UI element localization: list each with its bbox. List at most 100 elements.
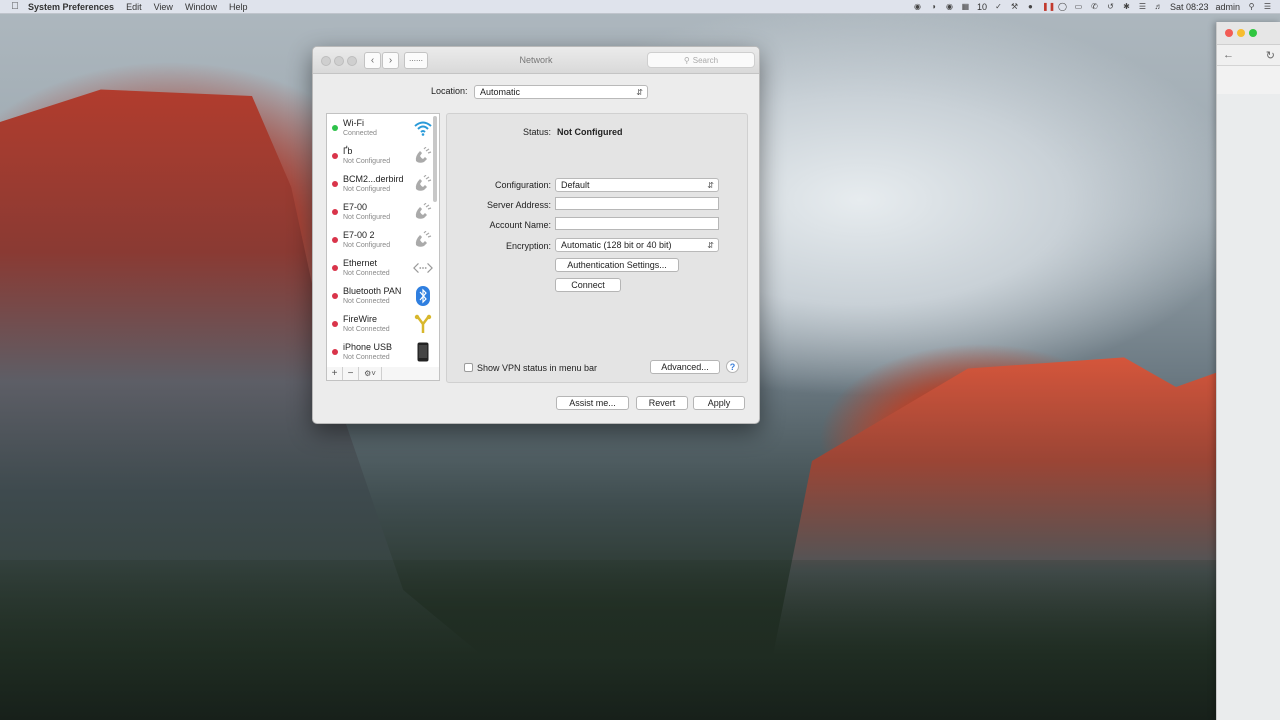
browser-minimize-button[interactable] bbox=[1237, 29, 1245, 37]
service-item[interactable]: BCM2...derbird Not Configured bbox=[327, 170, 439, 198]
apple-menu-icon[interactable]:  bbox=[10, 1, 20, 12]
revert-button[interactable]: Revert bbox=[636, 396, 688, 410]
status-dot bbox=[332, 293, 338, 299]
user-name[interactable]: admin bbox=[1215, 2, 1240, 12]
popup-arrows-icon: ⇵ bbox=[636, 87, 643, 97]
search-field[interactable]: ⚲ Search bbox=[647, 52, 755, 68]
service-status: Not Configured bbox=[343, 242, 391, 249]
record-icon[interactable]: ◉ bbox=[913, 2, 922, 11]
drop-icon[interactable]: ● bbox=[1026, 2, 1035, 11]
help-button[interactable]: ? bbox=[726, 360, 739, 373]
notification-center-icon[interactable]: ☰ bbox=[1263, 2, 1272, 11]
service-name: Ethernet bbox=[343, 258, 378, 268]
airplay-icon[interactable]: ▭ bbox=[1074, 2, 1083, 11]
service-name: E7-00 bbox=[343, 202, 368, 212]
service-detail-panel: Status: Not Configured Configuration: De… bbox=[446, 113, 748, 383]
phone-icon bbox=[413, 174, 433, 194]
status-label: Status: bbox=[522, 127, 551, 137]
advanced-button[interactable]: Advanced... bbox=[650, 360, 720, 374]
service-item[interactable]: Ethernet Not Connected bbox=[327, 254, 439, 282]
service-name: FireWire bbox=[343, 314, 377, 324]
phone-status-icon[interactable]: ✆ bbox=[1090, 2, 1099, 11]
status-dot bbox=[332, 237, 338, 243]
service-status: Not Connected bbox=[343, 354, 390, 361]
authentication-settings-button[interactable]: Authentication Settings... bbox=[555, 258, 679, 272]
service-item[interactable]: Bluetooth PAN Not Connected bbox=[327, 282, 439, 310]
status-dot bbox=[332, 349, 338, 355]
status-value: Not Configured bbox=[557, 127, 623, 137]
window-titlebar: ‹ › ⋯⋯ Network ⚲ Search bbox=[313, 47, 759, 74]
status-dot bbox=[332, 125, 338, 131]
service-status: Not Connected bbox=[343, 270, 390, 277]
service-item[interactable]: iPhone USB Not Connected bbox=[327, 338, 439, 366]
add-service-button[interactable]: + bbox=[327, 367, 343, 380]
wifi-status-icon[interactable]: ☰ bbox=[1138, 2, 1147, 11]
time-machine-icon[interactable]: ↺ bbox=[1106, 2, 1115, 11]
service-item[interactable]: Wi-Fi Connected bbox=[327, 114, 439, 142]
location-label: Location: bbox=[431, 86, 468, 96]
menu-app[interactable]: System Preferences bbox=[28, 2, 114, 12]
connect-button[interactable]: Connect bbox=[555, 278, 621, 292]
tools-icon[interactable]: ⚒ bbox=[1010, 2, 1019, 11]
service-item[interactable]: FireWire Not Connected bbox=[327, 310, 439, 338]
dashboard-icon[interactable]: ◑ bbox=[929, 2, 938, 11]
encryption-label: Encryption: bbox=[505, 241, 551, 251]
service-name: E7-00 2 bbox=[343, 230, 375, 240]
menu-help[interactable]: Help bbox=[229, 2, 248, 12]
browser-content bbox=[1217, 94, 1280, 720]
menu-edit[interactable]: Edit bbox=[126, 2, 142, 12]
popup-arrows-icon: ⇵ bbox=[707, 240, 714, 250]
firewire-icon bbox=[413, 314, 433, 334]
service-status: Connected bbox=[343, 130, 377, 137]
gear-menu-button[interactable]: ⚙˅ bbox=[359, 367, 382, 380]
popup-arrows-icon: ⇵ bbox=[707, 180, 714, 190]
circle-icon[interactable]: ◯ bbox=[1058, 2, 1067, 11]
service-item[interactable]: Ґb Not Configured bbox=[327, 142, 439, 170]
apply-button[interactable]: Apply bbox=[693, 396, 745, 410]
configuration-popup[interactable]: Default ⇵ bbox=[555, 178, 719, 192]
service-name: iPhone USB bbox=[343, 342, 393, 352]
back-arrow-icon[interactable]: ← bbox=[1223, 49, 1234, 61]
check-icon[interactable]: ✓ bbox=[994, 2, 1003, 11]
location-popup[interactable]: Automatic ⇵ bbox=[474, 85, 648, 99]
spotlight-icon[interactable]: ⚲ bbox=[1247, 2, 1256, 11]
search-placeholder: Search bbox=[692, 55, 719, 65]
browser-close-button[interactable] bbox=[1225, 29, 1233, 37]
service-status: Not Configured bbox=[343, 214, 391, 221]
status-dot bbox=[332, 209, 338, 215]
server-address-label: Server Address: bbox=[486, 200, 551, 210]
battery-level: 10 bbox=[976, 1, 987, 12]
search-icon: ⚲ bbox=[683, 55, 690, 65]
reload-icon[interactable]: ↻ bbox=[1266, 49, 1275, 62]
service-item[interactable]: E7-00 Not Configured bbox=[327, 198, 439, 226]
remove-service-button[interactable]: − bbox=[343, 367, 359, 380]
configuration-value: Default bbox=[561, 180, 590, 190]
service-status: Not Configured bbox=[343, 158, 391, 165]
bluetooth-status-icon[interactable]: ✱ bbox=[1122, 2, 1131, 11]
phone-icon bbox=[413, 202, 433, 222]
menu-window[interactable]: Window bbox=[185, 2, 217, 12]
browser-zoom-button[interactable] bbox=[1249, 29, 1257, 37]
service-status: Not Connected bbox=[343, 326, 390, 333]
bluetooth-icon bbox=[413, 286, 433, 306]
service-item[interactable]: E7-00 2 Not Configured bbox=[327, 226, 439, 254]
service-status: Not Connected bbox=[343, 298, 390, 305]
volume-icon[interactable]: ♬ bbox=[1154, 2, 1163, 11]
ethernet-icon bbox=[413, 258, 433, 278]
phone-icon bbox=[413, 146, 433, 166]
service-list[interactable]: Wi-Fi Connected Ґb Not Configured BCM2...der… bbox=[326, 113, 440, 369]
encryption-popup[interactable]: Automatic (128 bit or 40 bit) ⇵ bbox=[555, 238, 719, 252]
account-name-field[interactable] bbox=[555, 217, 719, 230]
menu-view[interactable]: View bbox=[154, 2, 173, 12]
menu-bar:  System Preferences Edit View Window He… bbox=[0, 0, 1280, 14]
show-vpn-checkbox[interactable] bbox=[464, 363, 473, 372]
parallels-icon[interactable]: ❚❚ bbox=[1042, 2, 1055, 11]
encryption-value: Automatic (128 bit or 40 bit) bbox=[561, 240, 672, 250]
clock[interactable]: Sat 08:23 bbox=[1170, 2, 1209, 12]
account-name-label: Account Name: bbox=[489, 220, 551, 230]
server-address-field[interactable] bbox=[555, 197, 719, 210]
assist-me-button[interactable]: Assist me... bbox=[556, 396, 629, 410]
battery-meter-icon[interactable]: ▦ bbox=[961, 2, 970, 11]
background-browser-window[interactable]: ← ↻ bbox=[1216, 22, 1280, 720]
settings-icon[interactable]: ◉ bbox=[945, 2, 954, 11]
